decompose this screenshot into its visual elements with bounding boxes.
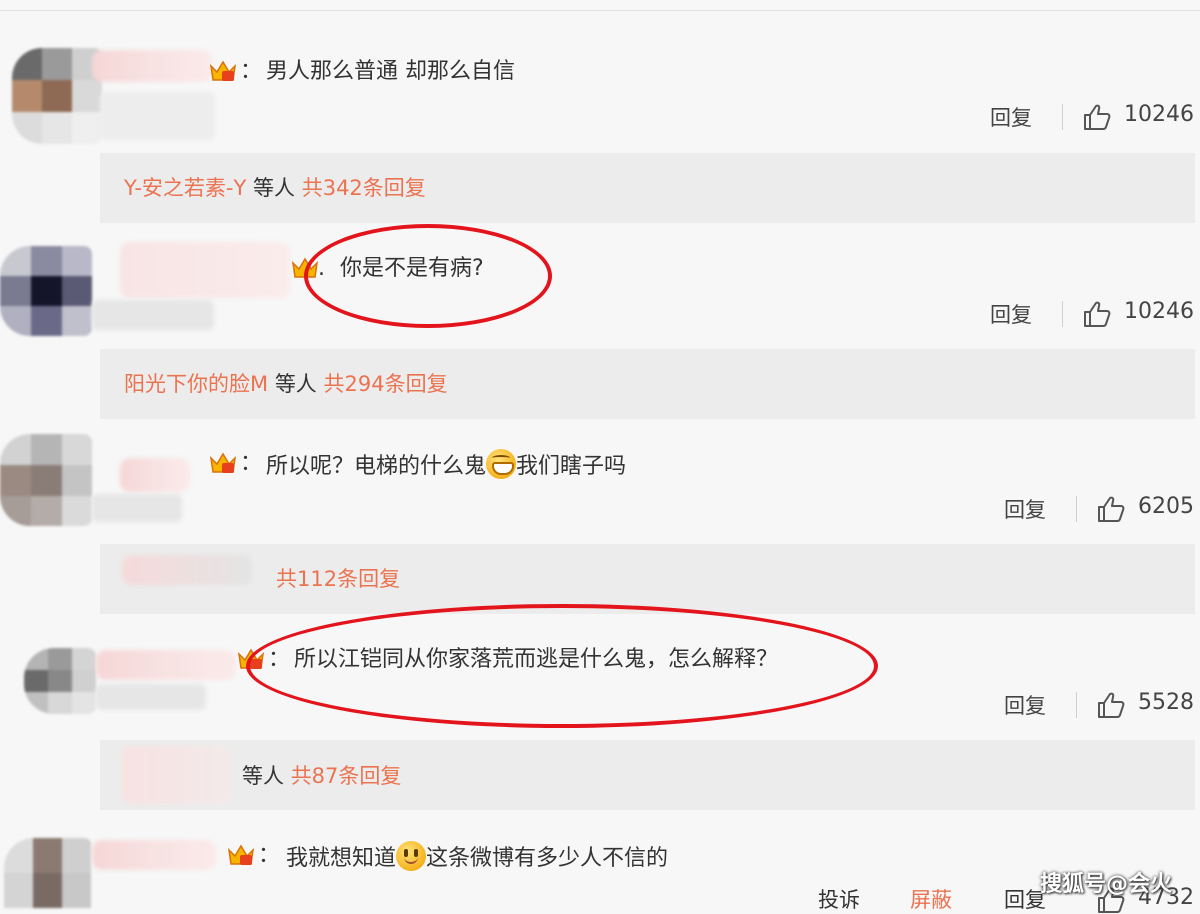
avatar[interactable] <box>0 434 92 526</box>
comment-text-part: 我们瞎子吗 <box>516 454 627 479</box>
username-blurred[interactable] <box>96 650 236 680</box>
reply-others-label: 等人 <box>253 176 296 200</box>
comment-text: 所以呢？电梯的什么鬼 我们瞎子吗 <box>266 449 626 482</box>
reply-button[interactable]: 回复 <box>1004 690 1046 720</box>
divider <box>1062 301 1063 327</box>
comment-text-part: 这条微博有多少人不信的 <box>426 846 669 871</box>
block-button[interactable]: 屏蔽 <box>910 884 952 914</box>
username-blurred[interactable] <box>120 242 290 298</box>
username-blurred[interactable] <box>92 840 216 870</box>
watermark: 搜狐号@会火 <box>1039 872 1172 897</box>
replier-name[interactable]: 阳光下你的脸M <box>124 372 268 396</box>
avatar[interactable] <box>4 838 92 908</box>
divider <box>1076 692 1077 718</box>
like-count: 10246 <box>1124 299 1194 324</box>
highlight-ring <box>246 604 878 728</box>
reply-summary: 共112条回复 <box>276 564 400 594</box>
username-blurred[interactable] <box>92 50 212 82</box>
thumbs-up-icon[interactable] <box>1082 103 1112 131</box>
comment-text-part: 我就想知道 <box>286 846 397 871</box>
reply-summary: 阳光下你的脸M 等人 共294条回复 <box>124 369 448 399</box>
thumbs-up-icon[interactable] <box>1096 495 1126 523</box>
user-meta-blurred <box>96 684 206 710</box>
reply-count-link[interactable]: 共342条回复 <box>302 176 426 200</box>
user-meta-blurred <box>92 300 214 330</box>
comment-text-part: 所以呢？电梯的什么鬼 <box>266 454 487 479</box>
highlight-ring <box>304 224 552 328</box>
divider <box>1062 104 1063 130</box>
vip-crown-icon <box>209 452 237 473</box>
reply-count-link[interactable]: 共294条回复 <box>324 372 448 396</box>
top-divider <box>0 10 1200 11</box>
like-count: 6205 <box>1138 494 1194 519</box>
avatar[interactable] <box>12 48 102 144</box>
reply-summary: Y-安之若素-Y 等人 共342条回复 <box>124 173 426 203</box>
like-count: 10246 <box>1124 102 1194 127</box>
avatar[interactable] <box>0 246 92 336</box>
reply-summary-box[interactable] <box>100 544 1195 614</box>
replier-name[interactable]: Y-安之若素-Y <box>124 176 246 200</box>
vip-crown-icon <box>209 60 237 81</box>
report-button[interactable]: 投诉 <box>818 884 860 914</box>
user-meta-blurred <box>92 494 182 522</box>
reply-button[interactable]: 回复 <box>1004 494 1046 524</box>
replier-name-blurred[interactable] <box>122 746 234 804</box>
username-blurred[interactable] <box>120 458 190 492</box>
smile-emoji-icon <box>396 841 427 871</box>
avatar[interactable] <box>24 648 96 714</box>
comment-text: 男人那么普通 却那么自信 <box>266 59 515 84</box>
replier-name-blurred[interactable] <box>122 555 252 585</box>
grin-emoji-icon <box>486 449 517 479</box>
reply-summary: 等人 共87条回复 <box>242 761 401 791</box>
comment-text: 我就想知道 这条微博有多少人不信的 <box>286 841 668 874</box>
user-meta-blurred <box>100 92 215 140</box>
reply-button[interactable]: 回复 <box>990 299 1032 329</box>
reply-count-link[interactable]: 共87条回复 <box>291 764 402 788</box>
divider <box>1076 496 1077 522</box>
vip-crown-icon <box>227 844 255 865</box>
thumbs-up-icon[interactable] <box>1096 691 1126 719</box>
reply-count-link[interactable]: 共112条回复 <box>276 567 400 591</box>
reply-button[interactable]: 回复 <box>990 102 1032 132</box>
like-count: 5528 <box>1138 690 1194 715</box>
thumbs-up-icon[interactable] <box>1082 300 1112 328</box>
reply-others-label: 等人 <box>274 372 317 396</box>
reply-others-label: 等人 <box>242 764 284 788</box>
